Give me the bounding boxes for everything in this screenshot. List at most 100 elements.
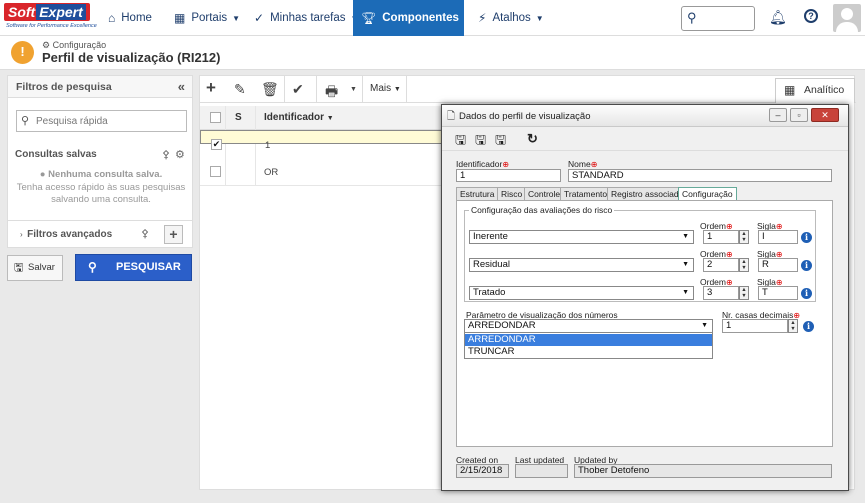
check-icon: ✓ bbox=[254, 11, 265, 25]
minimize-button[interactable]: – bbox=[769, 108, 787, 122]
page-header: ! ⚙ Configuração Perfil de visualização … bbox=[0, 36, 865, 70]
decimals-field[interactable]: 1 bbox=[722, 319, 788, 333]
identificador-label: Identificador⊕ bbox=[456, 159, 510, 169]
grid-header: S Identificador ▼ bbox=[200, 106, 445, 130]
more-menu[interactable]: Mais ▼ bbox=[370, 83, 401, 94]
ordem-stepper[interactable]: ▲ ▼ bbox=[739, 258, 749, 272]
table-icon: ▦ bbox=[784, 83, 796, 97]
checkmark-icon[interactable]: ✔ bbox=[292, 81, 304, 98]
warning-icon: ! bbox=[11, 41, 34, 64]
advanced-filters[interactable]: › Filtros avançados ⚴ + bbox=[8, 220, 192, 248]
tab-configuracao[interactable]: Configuração bbox=[678, 187, 737, 201]
nav-minhas-tarefas[interactable]: ✓Minhas tarefas▼ bbox=[246, 0, 366, 36]
tab-registro-associado[interactable]: Registro associado bbox=[607, 187, 688, 200]
dialog-toolbar: 🖫 🖫 🖫 ↻ bbox=[442, 127, 848, 151]
close-button[interactable]: ✕ bbox=[811, 108, 839, 122]
tab-risco[interactable]: Risco bbox=[497, 187, 527, 200]
save-icon[interactable]: 🖫 bbox=[455, 131, 466, 153]
profile-data-dialog: 🗋 Dados do perfil de visualização – ▫ ✕ … bbox=[441, 104, 849, 491]
save-query-button[interactable]: 🖫 Salvar bbox=[7, 255, 63, 281]
dialog-titlebar[interactable]: 🗋 Dados do perfil de visualização – ▫ ✕ bbox=[442, 105, 848, 127]
number-display-select[interactable]: ARREDONDAR ▼ bbox=[464, 319, 713, 333]
refresh-icon[interactable]: ↻ bbox=[527, 131, 538, 147]
tab-tratamento[interactable]: Tratamento bbox=[560, 187, 612, 200]
search-icon: ⚲ bbox=[21, 115, 30, 127]
broom-icon[interactable]: ⚴ bbox=[162, 148, 170, 161]
caret-down-icon: ▼ bbox=[682, 261, 689, 268]
collapse-icon[interactable]: « bbox=[178, 76, 185, 98]
edit-icon[interactable]: ✎ bbox=[234, 81, 246, 98]
search-icon: ⚲ bbox=[687, 10, 697, 25]
nav-home[interactable]: ⌂ Home bbox=[100, 0, 160, 36]
nav-componentes[interactable]: 🏆︎ Componentes ▼ bbox=[353, 0, 472, 36]
info-circle-icon: ● bbox=[39, 169, 49, 180]
last-updated-field bbox=[515, 464, 568, 478]
tab-estrutura[interactable]: Estrutura bbox=[456, 187, 499, 200]
tab-controle[interactable]: Controle bbox=[524, 187, 565, 200]
ordem-stepper[interactable]: ▲ ▼ bbox=[739, 230, 749, 244]
number-display-dropdown: ARREDONDAR TRUNCAR bbox=[464, 332, 713, 359]
table-row[interactable]: ✔ 1 bbox=[200, 130, 445, 151]
row-checkbox[interactable]: ✔ bbox=[211, 139, 222, 150]
option-arredondar[interactable]: ARREDONDAR bbox=[465, 334, 712, 346]
add-filter-button[interactable]: + bbox=[164, 225, 183, 244]
caret-down-icon: ▼ bbox=[682, 233, 689, 240]
caret-down-icon: ▼ bbox=[535, 13, 544, 23]
row-checkbox[interactable] bbox=[210, 166, 221, 177]
risk-type-select[interactable]: Residual ▼ bbox=[469, 258, 694, 272]
global-search-input[interactable]: ⚲ bbox=[681, 6, 755, 31]
ordem-stepper[interactable]: ▲ ▼ bbox=[739, 286, 749, 300]
gear-icon[interactable]: ⚙ bbox=[175, 148, 185, 161]
caret-down-icon: ▼ bbox=[682, 289, 689, 296]
user-avatar[interactable] bbox=[833, 4, 861, 32]
info-icon[interactable]: i bbox=[803, 321, 814, 332]
search-button[interactable]: ⚲ PESQUISAR bbox=[75, 254, 192, 281]
table-row[interactable]: OR bbox=[200, 158, 445, 186]
document-icon: 🗋 bbox=[447, 111, 456, 122]
sort-down-icon: ▼ bbox=[326, 115, 334, 122]
column-s[interactable]: S bbox=[235, 112, 242, 123]
print-icon[interactable]: 🖶︎ bbox=[325, 81, 338, 105]
search-filters-panel: Filtros de pesquisa « ⚲ Pesquisa rápida C… bbox=[7, 75, 193, 248]
ordem-field[interactable]: 1 bbox=[703, 230, 739, 244]
nome-field[interactable]: STANDARD bbox=[568, 169, 832, 182]
broom-icon[interactable]: ⚴ bbox=[141, 227, 149, 240]
logo-tagline: Software for Performance Excellence bbox=[6, 23, 97, 29]
quick-search-input[interactable]: ⚲ Pesquisa rápida bbox=[16, 110, 187, 132]
maximize-button[interactable]: ▫ bbox=[790, 108, 808, 122]
no-saved-queries-hint: Tenha acesso rápido às suas pesquisas sal… bbox=[16, 182, 186, 205]
caret-down-icon[interactable]: ▼ bbox=[350, 86, 357, 93]
softexpert-logo[interactable]: Soft Expert Software for Performance Exce… bbox=[4, 3, 97, 33]
add-icon[interactable]: + bbox=[206, 78, 216, 98]
sigla-field[interactable]: T bbox=[758, 286, 798, 300]
info-icon[interactable]: i bbox=[801, 260, 812, 271]
ordem-field[interactable]: 2 bbox=[703, 258, 739, 272]
risk-evaluation-title: Configuração das avaliações do risco bbox=[469, 205, 615, 215]
sigla-field[interactable]: R bbox=[758, 258, 798, 272]
select-all-checkbox[interactable] bbox=[210, 112, 221, 123]
save-and-new-icon[interactable]: 🖫 bbox=[475, 131, 486, 153]
decimals-stepper[interactable]: ▲ ▼ bbox=[788, 319, 798, 333]
nav-atalhos[interactable]: ⚡︎ Atalhos ▼ bbox=[470, 0, 552, 36]
column-identificador[interactable]: Identificador ▼ bbox=[264, 112, 334, 123]
required-icon: ⊕ bbox=[590, 160, 598, 169]
risk-type-select[interactable]: Inerente ▼ bbox=[469, 230, 694, 244]
bell-icon[interactable]: 🔔︎ bbox=[769, 9, 787, 26]
ordem-field[interactable]: 3 bbox=[703, 286, 739, 300]
tab-analitico[interactable]: ▦ Analítico bbox=[775, 78, 855, 103]
save-icon: 🖫 bbox=[14, 262, 24, 274]
nav-portais[interactable]: ▦ Portais ▼ bbox=[166, 0, 248, 36]
delete-icon[interactable]: 🗑︎ bbox=[261, 81, 279, 98]
info-icon[interactable]: i bbox=[801, 232, 812, 243]
search-icon: ⚲ bbox=[88, 260, 97, 274]
filters-header: Filtros de pesquisa « bbox=[8, 76, 192, 98]
save-and-close-icon[interactable]: 🖫 bbox=[495, 131, 506, 153]
sigla-field[interactable]: I bbox=[758, 230, 798, 244]
info-icon[interactable]: i bbox=[801, 288, 812, 299]
option-truncar[interactable]: TRUNCAR bbox=[465, 346, 712, 358]
help-icon[interactable]: ? bbox=[804, 9, 818, 23]
identificador-field[interactable]: 1 bbox=[456, 169, 561, 182]
risk-type-select[interactable]: Tratado ▼ bbox=[469, 286, 694, 300]
caret-down-icon: ▼ bbox=[701, 322, 708, 329]
page-title: Perfil de visualização (RI212) bbox=[42, 50, 221, 65]
